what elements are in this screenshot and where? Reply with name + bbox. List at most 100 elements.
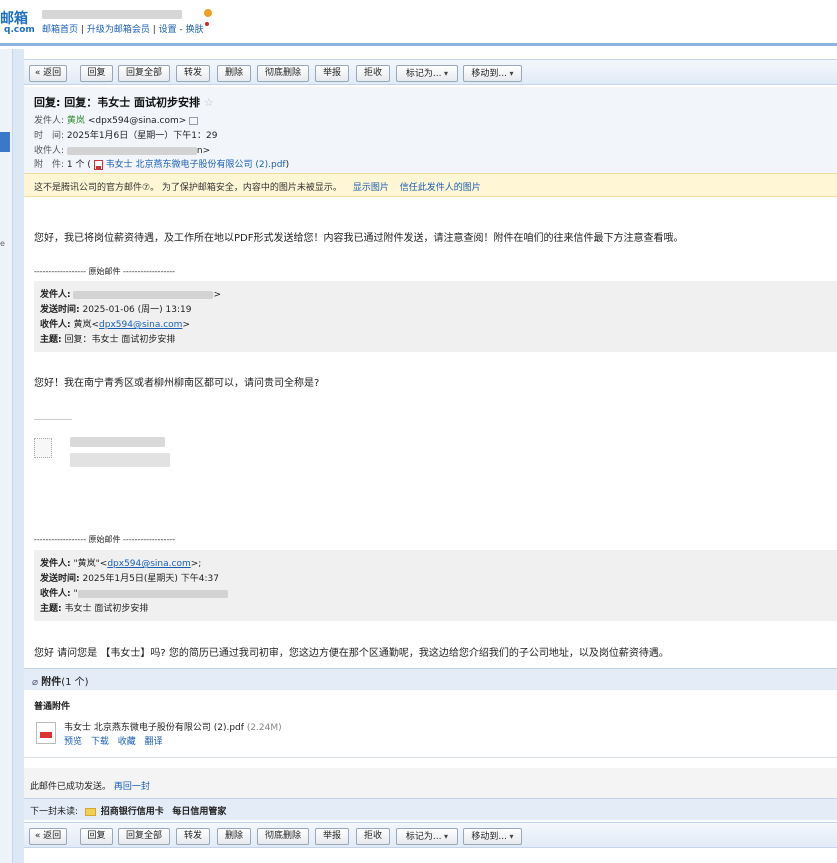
download-link[interactable]: 下载 bbox=[91, 737, 109, 747]
original-mail-divider: ------------------ 原始邮件 ----------------… bbox=[34, 267, 176, 276]
contact-card-icon[interactable] bbox=[189, 116, 199, 125]
trust-sender-link[interactable]: 信任此发件人的图片 bbox=[400, 183, 481, 193]
q1-to-email[interactable]: dpx594@sina.com bbox=[99, 320, 182, 330]
q1-sent-label: 发送时间: bbox=[40, 305, 80, 315]
report-button[interactable]: 举报 bbox=[315, 65, 349, 82]
left-sidebar-edge bbox=[0, 49, 13, 863]
next-unread-subject[interactable]: 每日信用管家 bbox=[172, 807, 226, 817]
logo-domain: q.com bbox=[4, 25, 35, 35]
favorite-link[interactable]: 收藏 bbox=[118, 737, 136, 747]
from-email: <dpx594@sina.com> bbox=[87, 116, 187, 126]
signature-separator bbox=[34, 419, 72, 420]
show-images-link[interactable]: 显示图片 bbox=[353, 183, 389, 193]
reject-button[interactable]: 拒收 bbox=[356, 65, 390, 82]
body-paragraph-3: 您好 请问您是 【韦女士】吗? 您的简历已通过我司初审，您这边方便在那个区通勤呢… bbox=[34, 648, 669, 659]
pdf-icon bbox=[93, 159, 103, 170]
skin-link[interactable]: 换肤 bbox=[186, 25, 204, 35]
attachment-file: 韦女士 北京燕东微电子股份有限公司 (2).pdf (2.24M) bbox=[64, 720, 282, 733]
envelope-icon bbox=[84, 807, 96, 816]
translate-link[interactable]: 翻译 bbox=[145, 737, 163, 747]
q2-subject-label: 主题: bbox=[40, 604, 62, 614]
q2-sent-value: 2025年1月5日(星期天) 下午4:37 bbox=[82, 574, 219, 584]
attachments-count: (1 个) bbox=[61, 677, 89, 688]
body-paragraph-1: 您好，我已将岗位薪资待遇，及工作所在地以PDF形式发送给您！内容我已通过附件发送… bbox=[34, 233, 684, 244]
account-name-redacted bbox=[42, 10, 182, 19]
forward-button[interactable]: 转发 bbox=[176, 828, 210, 845]
attachment-file-name[interactable]: 韦女士 北京燕东微电子股份有限公司 (2).pdf bbox=[64, 723, 244, 733]
q2-sent-label: 发送时间: bbox=[40, 574, 80, 584]
preview-link[interactable]: 预览 bbox=[64, 737, 82, 747]
delete-button[interactable]: 删除 bbox=[217, 828, 251, 845]
report-button[interactable]: 举报 bbox=[315, 828, 349, 845]
attachment-row: 附 件: 1 个 ( 韦女士 北京燕东微电子股份有限公司 (2).pdf) bbox=[34, 157, 289, 170]
send-again-link[interactable]: 再回一封 bbox=[114, 782, 150, 792]
q2-to-label: 收件人: bbox=[40, 589, 71, 599]
quoted-header-2: 发件人: "黄岚"<dpx594@sina.com>; 发送时间: 2025年1… bbox=[34, 550, 837, 621]
q1-sent-value: 2025-01-06 (周一) 13:19 bbox=[82, 305, 192, 315]
from-label: 发件人: bbox=[34, 116, 65, 126]
q1-to-end: > bbox=[182, 320, 190, 330]
pdf-file-icon[interactable] bbox=[36, 722, 56, 744]
move-to-dropdown[interactable]: 移动到... bbox=[463, 828, 522, 845]
next-unread-sender[interactable]: 招商银行信用卡 bbox=[101, 807, 164, 817]
separator: | bbox=[80, 25, 84, 35]
upgrade-link[interactable]: 升级为邮箱会员 bbox=[87, 25, 150, 35]
mark-as-dropdown[interactable]: 标记为... bbox=[396, 828, 458, 845]
status-dot-icon[interactable] bbox=[204, 9, 212, 17]
sidebar-edge-text: e bbox=[0, 239, 5, 248]
reply-button[interactable]: 回复 bbox=[80, 828, 113, 845]
separator: | bbox=[152, 25, 156, 35]
time-value: 2025年1月6日（星期一）下午1：29 bbox=[66, 131, 218, 141]
time-row: 时 间: 2025年1月6日（星期一）下午1：29 bbox=[34, 128, 217, 141]
from-row: 发件人: 黄岚 <dpx594@sina.com> bbox=[34, 113, 199, 126]
q2-subject-value: 韦女士 面试初步安排 bbox=[64, 604, 149, 614]
reply-all-button[interactable]: 回复全部 bbox=[118, 65, 170, 82]
attach-close-paren: ) bbox=[285, 160, 290, 170]
mark-as-dropdown[interactable]: 标记为... bbox=[396, 65, 458, 82]
from-name[interactable]: 黄岚 bbox=[67, 116, 85, 126]
attachments-header: ⌀ 附件(1 个) bbox=[24, 668, 837, 690]
separator-dash: - bbox=[179, 25, 183, 35]
mail-toolbar-bottom: « 返回 回复 回复全部 转发 删除 彻底删除 举报 拒收 标记为... 移动到… bbox=[24, 822, 837, 848]
star-icon[interactable]: ☆ bbox=[204, 96, 214, 109]
to-label: 收件人: bbox=[34, 146, 65, 156]
permanent-delete-button[interactable]: 彻底删除 bbox=[257, 65, 309, 82]
attach-count: 1 个 bbox=[66, 160, 85, 170]
settings-link[interactable]: 设置 bbox=[159, 25, 177, 35]
quoted-header-1: 发件人: > 发送时间: 2025-01-06 (周一) 13:19 收件人: … bbox=[34, 281, 837, 352]
reject-button[interactable]: 拒收 bbox=[356, 828, 390, 845]
next-unread-bar: 下一封未读: 招商银行信用卡 每日信用管家 bbox=[24, 798, 837, 820]
permanent-delete-button[interactable]: 彻底删除 bbox=[257, 828, 309, 845]
back-button[interactable]: « 返回 bbox=[29, 65, 67, 82]
move-to-dropdown[interactable]: 移动到... bbox=[463, 65, 522, 82]
sidebar-selected-item[interactable] bbox=[0, 132, 10, 152]
attach-file-link[interactable]: 韦女士 北京燕东微电子股份有限公司 (2).pdf bbox=[106, 160, 286, 170]
attachment-actions: 预览 下载 收藏 翻译 bbox=[64, 734, 163, 747]
attachment-category: 普通附件 bbox=[34, 702, 71, 712]
q1-from-label: 发件人: bbox=[40, 290, 71, 300]
to-redacted bbox=[66, 146, 197, 155]
new-badge-icon bbox=[204, 22, 209, 26]
attach-open-paren: ( bbox=[87, 160, 91, 170]
next-unread-label: 下一封未读: bbox=[30, 807, 79, 817]
mail-home-link[interactable]: 邮箱首页 bbox=[42, 25, 78, 35]
q2-from-email[interactable]: dpx594@sina.com bbox=[107, 559, 190, 569]
to-value: n> bbox=[196, 146, 211, 156]
subject-text: 回复: 回复：韦女士 面试初步安排 bbox=[34, 96, 201, 109]
q1-from-redacted bbox=[73, 290, 214, 299]
forward-button[interactable]: 转发 bbox=[176, 65, 210, 82]
back-button[interactable]: « 返回 bbox=[29, 828, 67, 845]
reply-button[interactable]: 回复 bbox=[80, 65, 113, 82]
delete-button[interactable]: 删除 bbox=[217, 65, 251, 82]
attachments-title: 附件 bbox=[41, 677, 62, 688]
q2-from-name: "黄岚"< bbox=[73, 559, 108, 569]
top-links: 邮箱首页 | 升级为邮箱会员 | 设置 - 换肤 bbox=[42, 22, 209, 35]
mail-toolbar-top: « 返回 回复 回复全部 转发 删除 彻底删除 举报 拒收 标记为... 移动到… bbox=[24, 59, 837, 85]
reply-all-button[interactable]: 回复全部 bbox=[118, 828, 170, 845]
to-row: 收件人: n> bbox=[34, 143, 210, 156]
q1-to-label: 收件人: bbox=[40, 320, 71, 330]
attach-label: 附 件: bbox=[34, 160, 65, 170]
warning-text: 这不是腾讯公司的官方邮件⑦。 为了保护邮箱安全，内容中的图片未被显示。 bbox=[34, 183, 342, 193]
q1-to-name: 黄岚< bbox=[73, 320, 100, 330]
q1-subject-label: 主题: bbox=[40, 335, 62, 345]
